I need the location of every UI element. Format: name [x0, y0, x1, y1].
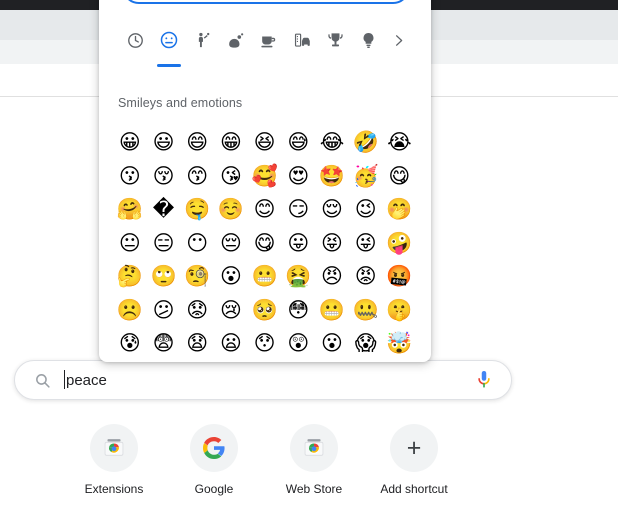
shortcuts-row: Extensions Google Web Store + Add shortc… — [64, 424, 464, 496]
emoji-tab-activities-and-events[interactable] — [319, 25, 352, 55]
emoji-cell[interactable]: 😗 — [113, 160, 147, 194]
emoji-cell[interactable]: 🤯 — [383, 327, 417, 361]
emoji-cell[interactable]: 😚 — [147, 160, 181, 194]
emoji-cell[interactable]: 😜 — [349, 227, 383, 261]
emoji-tab-recently-used[interactable] — [119, 25, 152, 55]
emoji-cell[interactable]: 🤪 — [383, 227, 417, 261]
emoji-cell[interactable]: 😰 — [113, 327, 147, 361]
google-g-icon — [190, 424, 238, 472]
emoji-cell[interactable]: 😍 — [281, 160, 315, 194]
emoji-cell[interactable]: 😅 — [281, 126, 315, 160]
shortcut-label: Add shortcut — [380, 482, 448, 496]
emoji-cell[interactable]: 😑 — [147, 227, 181, 261]
emoji-cell[interactable]: 🤤 — [180, 193, 214, 227]
emoji-cell[interactable]: 😁 — [214, 126, 248, 160]
active-tab-underline — [157, 64, 182, 67]
emoji-tab-people[interactable] — [186, 25, 219, 55]
search-icon — [32, 370, 52, 390]
microphone-icon[interactable] — [473, 368, 495, 392]
emoji-cell[interactable]: 😟 — [180, 294, 214, 328]
chrome-webstore-icon — [90, 424, 138, 472]
chrome-webstore-icon — [290, 424, 338, 472]
emoji-cell[interactable]: 🙄 — [147, 260, 181, 294]
emoji-cell[interactable]: ☹️ — [113, 294, 147, 328]
emoji-cell[interactable]: 😲 — [281, 327, 315, 361]
emoji-cell[interactable]: 🥺 — [248, 294, 282, 328]
emoji-cell[interactable]: 🧐 — [180, 260, 214, 294]
emoji-tab-travel-and-places[interactable] — [286, 25, 319, 55]
emoji-cell[interactable]: 😐 — [113, 227, 147, 261]
emoji-cell[interactable]: 😛 — [281, 227, 315, 261]
shortcut-extensions[interactable]: Extensions — [64, 424, 164, 496]
emoji-cell[interactable]: 😮 — [214, 260, 248, 294]
emoji-cell[interactable]: 🤫 — [383, 294, 417, 328]
emoji-cell[interactable]: 😃 — [147, 126, 181, 160]
emoji-cell[interactable]: 😘 — [214, 160, 248, 194]
emoji-grid: 😀 😃 😄 😁 😆 😅 😂 🤣 😭 😗 😚 😙 😘 🥰 😍 🤩 🥳 😋 🤗 � 🤤 ☺️ 😊 😏 😌 😉 🤭 😐 😑 😶 😔 😋 😛 😝 😜 🤪 🤔 🙄 🧐… — [113, 126, 417, 361]
emoji-cell[interactable]: 🤩 — [315, 160, 349, 194]
emoji-cell[interactable]: 😆 — [248, 126, 282, 160]
shortcut-add[interactable]: + Add shortcut — [364, 424, 464, 496]
emoji-group-title: Smileys and emotions — [118, 96, 243, 110]
emoji-cell[interactable]: 😀 — [113, 126, 147, 160]
plus-glyph: + — [406, 433, 422, 462]
emoji-tab-objects[interactable] — [352, 25, 385, 55]
emoji-cell[interactable]: 😭 — [383, 126, 417, 160]
shortcut-label: Extensions — [84, 482, 144, 496]
ntp-search-box[interactable]: peace — [14, 360, 512, 400]
emoji-cell[interactable]: 😦 — [214, 327, 248, 361]
emoji-cell[interactable]: 😨 — [147, 327, 181, 361]
emoji-cell[interactable]: 🤣 — [349, 126, 383, 160]
shortcut-label: Web Store — [285, 482, 343, 496]
emoji-cell[interactable]: 😂 — [315, 126, 349, 160]
emoji-tab-animals-and-nature[interactable] — [219, 25, 252, 55]
emoji-cell[interactable]: 😢 — [214, 294, 248, 328]
emoji-cell[interactable]: 🥳 — [349, 160, 383, 194]
emoji-cell[interactable]: 😬 — [315, 294, 349, 328]
emoji-cell[interactable]: 😯 — [248, 327, 282, 361]
emoji-search-input[interactable] — [122, 0, 410, 4]
chevron-right-icon[interactable] — [386, 25, 411, 55]
shortcut-web-store[interactable]: Web Store — [264, 424, 364, 496]
emoji-cell[interactable]: 😙 — [180, 160, 214, 194]
emoji-cell[interactable]: 🤗 — [113, 193, 147, 227]
emoji-cell[interactable]: 😊 — [248, 193, 282, 227]
emoji-tab-food-and-drink[interactable] — [252, 25, 285, 55]
emoji-cell[interactable]: 😕 — [147, 294, 181, 328]
emoji-cell[interactable]: 🤮 — [281, 260, 315, 294]
emoji-cell[interactable]: 😌 — [315, 193, 349, 227]
emoji-cell[interactable]: � — [147, 193, 181, 227]
emoji-cell[interactable]: 😡 — [349, 260, 383, 294]
emoji-cell[interactable]: 😮 — [315, 327, 349, 361]
shortcut-label: Google — [194, 482, 234, 496]
emoji-category-tabs — [99, 22, 431, 67]
emoji-tab-smileys-and-emotions[interactable] — [152, 25, 185, 67]
emoji-cell[interactable]: 😳 — [281, 294, 315, 328]
emoji-cell[interactable]: 😱 — [349, 327, 383, 361]
emoji-cell[interactable]: 🤬 — [383, 260, 417, 294]
emoji-cell[interactable]: 😋 — [383, 160, 417, 194]
emoji-cell[interactable]: 😝 — [315, 227, 349, 261]
emoji-cell[interactable]: 🤔 — [113, 260, 147, 294]
emoji-cell[interactable]: 😏 — [281, 193, 315, 227]
ntp-search-input[interactable]: peace — [64, 369, 473, 389]
emoji-cell[interactable]: 🤐 — [349, 294, 383, 328]
emoji-cell[interactable]: 😬 — [248, 260, 282, 294]
emoji-cell[interactable]: 😄 — [180, 126, 214, 160]
emoji-cell[interactable]: 😧 — [180, 327, 214, 361]
emoji-cell[interactable]: 😉 — [349, 193, 383, 227]
emoji-cell[interactable]: 😠 — [315, 260, 349, 294]
emoji-cell[interactable]: 🥰 — [248, 160, 282, 194]
emoji-picker-panel[interactable]: Smileys and emotions 😀 😃 😄 😁 😆 😅 😂 🤣 😭 😗 😚 😙 😘 🥰 😍 🤩 🥳 😋 🤗… — [99, 0, 431, 362]
emoji-cell[interactable]: 🤭 — [383, 193, 417, 227]
emoji-cell[interactable]: 😶 — [180, 227, 214, 261]
emoji-cell[interactable]: 😔 — [214, 227, 248, 261]
emoji-cell[interactable]: 😋 — [248, 227, 282, 261]
emoji-cell[interactable]: ☺️ — [214, 193, 248, 227]
shortcut-google[interactable]: Google — [164, 424, 264, 496]
plus-icon: + — [390, 424, 438, 472]
